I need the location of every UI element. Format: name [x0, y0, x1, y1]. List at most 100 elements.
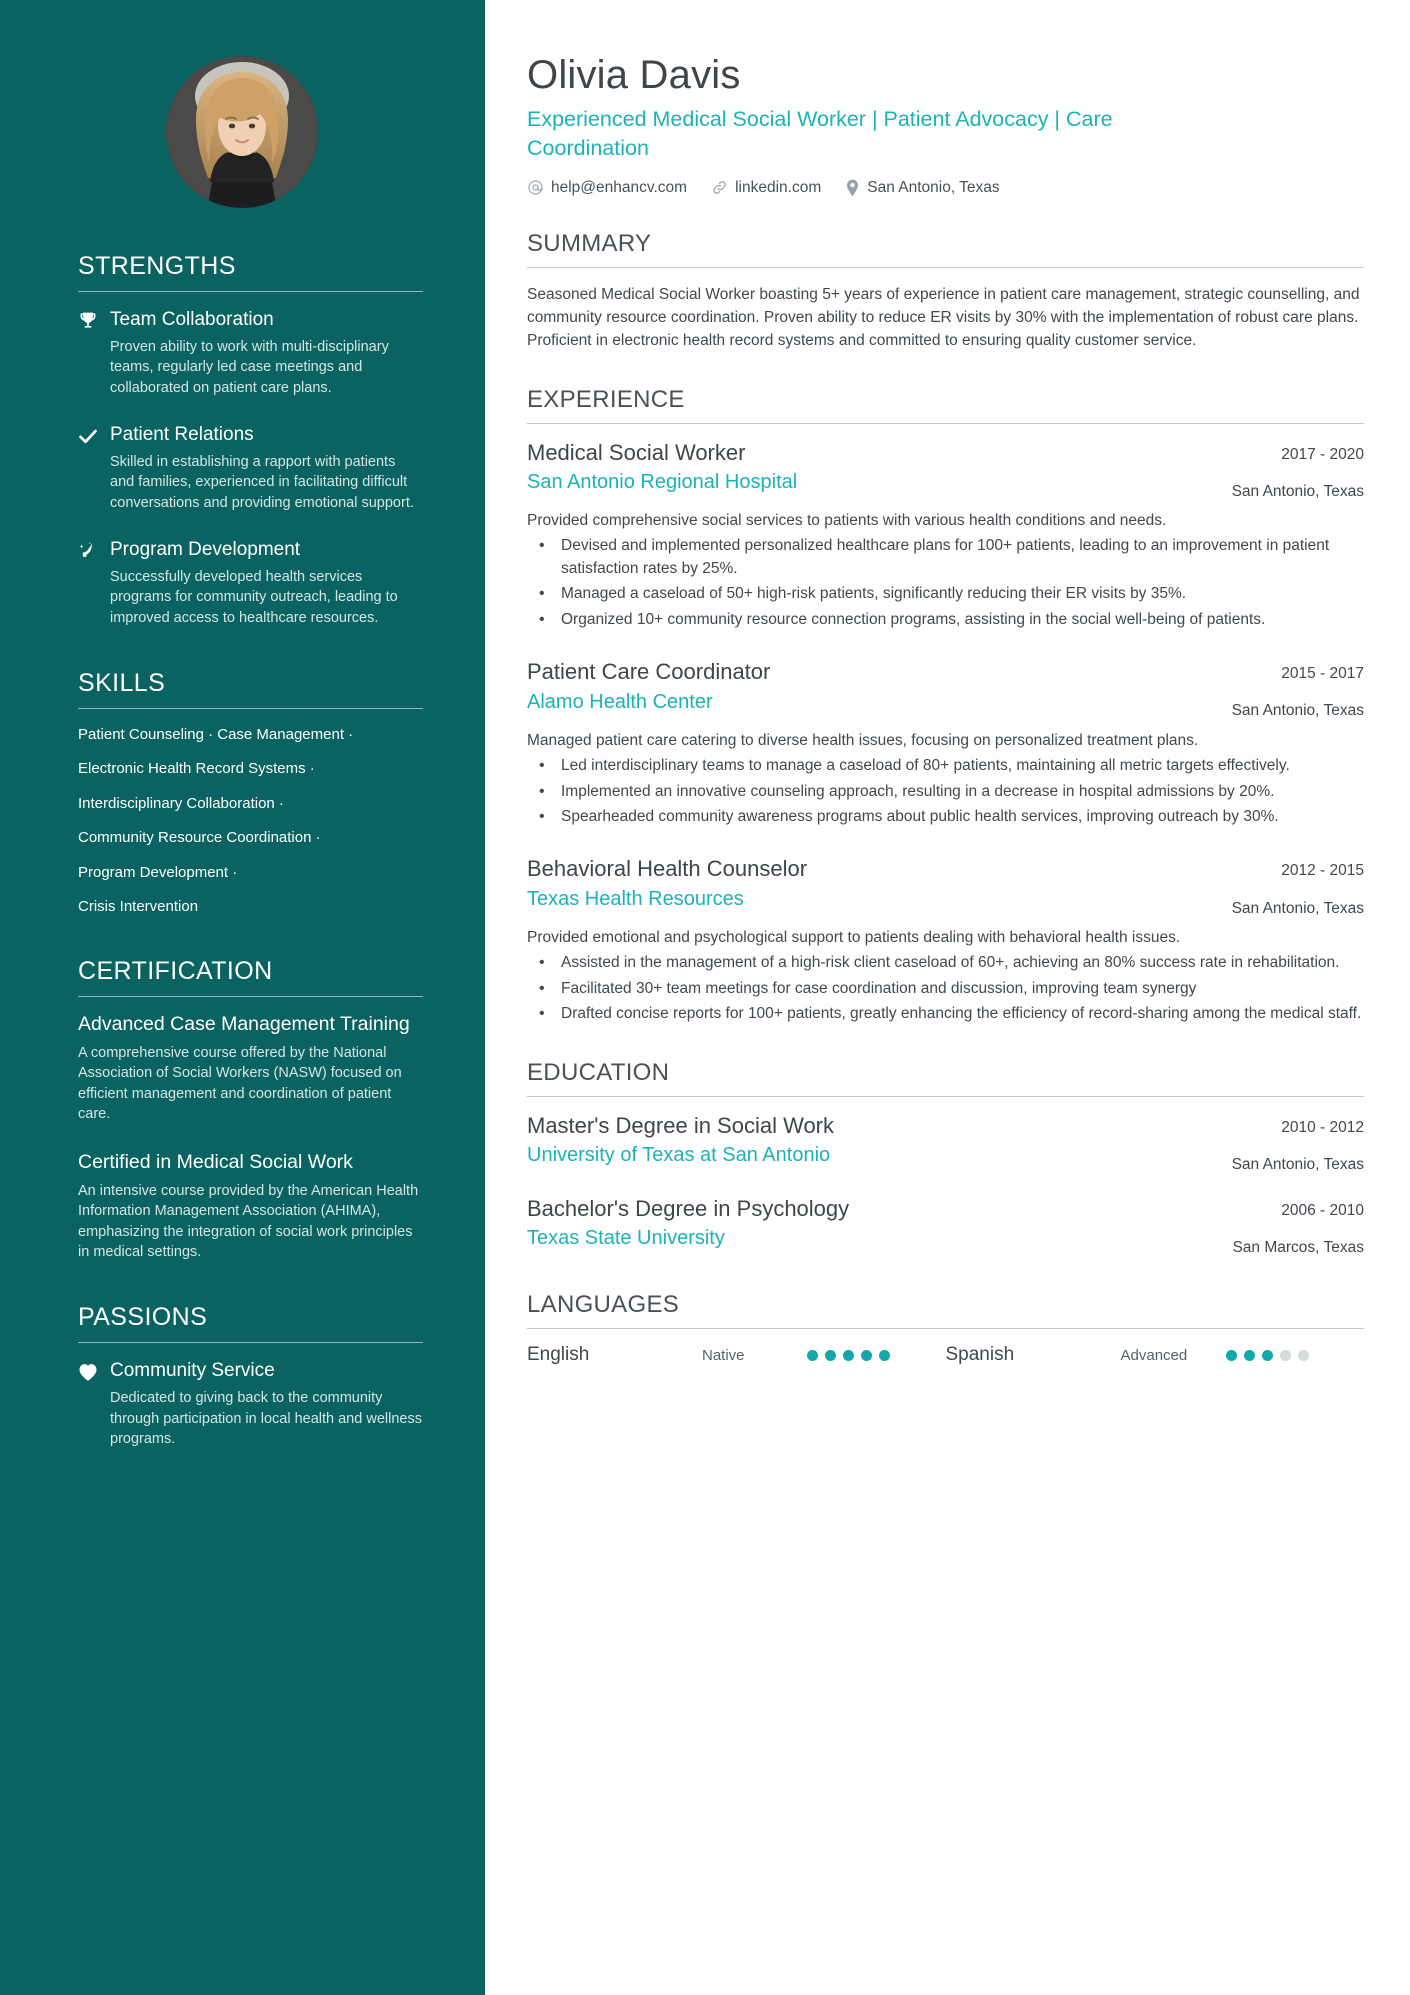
strength-description: Skilled in establishing a rapport with p… — [110, 453, 414, 512]
certification-divider — [78, 995, 423, 997]
experience-organization[interactable]: Alamo Health Center — [527, 689, 1212, 715]
experience-bullet: Drafted concise reports for 100+ patient… — [527, 1002, 1364, 1026]
summary-text: Seasoned Medical Social Worker boasting … — [527, 285, 1360, 350]
certification-item: Certified in Medical Social Work An inte… — [78, 1151, 423, 1263]
experience-bullet: Assisted in the management of a high-ris… — [527, 951, 1364, 975]
certification-description: An intensive course provided by the Amer… — [78, 1182, 419, 1261]
language-item: English Native — [527, 1344, 946, 1366]
check-icon — [78, 423, 110, 514]
experience-location: San Antonio, Texas — [1231, 482, 1364, 500]
experience-bullet: Devised and implemented personalized hea… — [527, 534, 1364, 580]
rating-dot — [807, 1349, 818, 1361]
skill-line: Patient Counseling · Case Management · — [78, 725, 354, 743]
experience-role: Behavioral Health Counselor — [527, 856, 808, 882]
experience-role: Medical Social Worker — [527, 439, 746, 465]
experience-bullet: Led interdisciplinary teams to manage a … — [527, 754, 1364, 778]
education-school[interactable]: University of Texas at San Antonio — [527, 1142, 1212, 1168]
summary-heading: SUMMARY — [527, 229, 652, 257]
experience-entry: Medical Social Worker San Antonio Region… — [527, 439, 1364, 632]
location-pin-icon — [845, 179, 860, 197]
experience-section: EXPERIENCE Medical Social Worker San Ant… — [527, 386, 1364, 1026]
strengths-heading: STRENGTHS — [78, 252, 236, 280]
skills-divider — [78, 707, 423, 709]
experience-organization[interactable]: San Antonio Regional Hospital — [527, 469, 1212, 495]
experience-bullet: Implemented an innovative counseling app… — [527, 780, 1364, 804]
language-item: Spanish Advanced — [946, 1344, 1365, 1366]
resume-page: STRENGTHS Team Collaboration Proven abil… — [0, 0, 1410, 1995]
strength-description: Proven ability to work with multi-discip… — [110, 338, 389, 397]
experience-bullet: Spearheaded community awareness programs… — [527, 805, 1364, 829]
education-entry: Master's Degree in Social Work Universit… — [527, 1112, 1364, 1175]
rating-dot — [1297, 1349, 1309, 1361]
rating-dot — [879, 1349, 890, 1361]
strength-title: Patient Relations — [110, 423, 254, 445]
languages-list: English Native Spanish Advanced — [527, 1344, 1364, 1366]
rocket-launch-icon — [78, 538, 110, 629]
rating-dot — [1261, 1349, 1273, 1361]
at-icon — [527, 179, 544, 196]
contact-email[interactable]: help@enhancv.com — [527, 179, 687, 197]
certification-description: A comprehensive course offered by the Na… — [78, 1044, 402, 1123]
rating-dot — [1243, 1349, 1255, 1361]
experience-bullets: Assisted in the management of a high-ris… — [527, 951, 1364, 1026]
skill-line: Crisis Intervention — [78, 898, 199, 916]
certification-section: CERTIFICATION Advanced Case Management T… — [78, 957, 423, 1263]
contact-email-text: help@enhancv.com — [551, 178, 688, 196]
experience-divider — [527, 422, 1364, 424]
education-location: San Antonio, Texas — [1231, 1155, 1364, 1173]
passion-description: Dedicated to giving back to the communit… — [110, 1389, 422, 1448]
summary-section: SUMMARY Seasoned Medical Social Worker b… — [527, 230, 1364, 353]
contact-row: help@enhancv.com linkedin.com San Antoni… — [527, 179, 1364, 197]
strength-title: Program Development — [110, 538, 301, 560]
education-entry: Bachelor's Degree in Psychology Texas St… — [527, 1195, 1364, 1258]
languages-section: LANGUAGES English Native Spanish Advance… — [527, 1291, 1364, 1366]
experience-date: 2012 - 2015 — [1281, 862, 1364, 880]
heart-icon — [78, 1359, 110, 1450]
strength-description: Successfully developed health services p… — [110, 568, 398, 627]
skills-heading: SKILLS — [78, 668, 166, 697]
passions-section: PASSIONS Community Service Dedicated to … — [78, 1303, 423, 1450]
experience-entry: Patient Care Coordinator Alamo Health Ce… — [527, 658, 1364, 828]
contact-location-text: San Antonio, Texas — [867, 178, 1000, 196]
language-level: Native — [702, 1346, 745, 1364]
experience-bullet: Managed a caseload of 50+ high-risk pati… — [527, 582, 1364, 606]
languages-heading: LANGUAGES — [527, 1291, 680, 1319]
summary-divider — [527, 266, 1364, 268]
link-icon — [711, 179, 728, 196]
strength-item: Team Collaboration Proven ability to wor… — [78, 308, 423, 399]
languages-divider — [527, 1328, 1364, 1330]
experience-entry: Behavioral Health Counselor Texas Health… — [527, 855, 1364, 1025]
page-title: Olivia Davis — [527, 53, 741, 97]
strengths-divider — [78, 291, 423, 292]
education-location: San Marcos, Texas — [1232, 1239, 1364, 1257]
rating-dot — [861, 1349, 872, 1361]
strength-item: Patient Relations Skilled in establishin… — [78, 423, 423, 514]
experience-organization[interactable]: Texas Health Resources — [527, 886, 1212, 912]
skill-line: Electronic Health Record Systems · — [78, 760, 315, 778]
contact-location: San Antonio, Texas — [845, 178, 1000, 197]
professional-headline: Experienced Medical Social Worker | Pati… — [527, 107, 1113, 160]
experience-location: San Antonio, Texas — [1231, 899, 1364, 917]
education-school[interactable]: Texas State University — [527, 1225, 1212, 1251]
main-content: Olivia Davis Experienced Medical Social … — [485, 0, 1410, 1995]
experience-description: Managed patient care catering to diverse… — [527, 731, 1199, 749]
language-level: Advanced — [1120, 1346, 1188, 1364]
experience-role: Patient Care Coordinator — [527, 659, 771, 685]
skill-line: Interdisciplinary Collaboration · — [78, 794, 284, 812]
education-degree: Master's Degree in Social Work — [527, 1112, 835, 1138]
education-heading: EDUCATION — [527, 1058, 670, 1086]
trophy-icon — [78, 308, 110, 399]
sidebar: STRENGTHS Team Collaboration Proven abil… — [0, 0, 485, 1995]
rating-dot — [1279, 1349, 1291, 1361]
avatar-container — [78, 0, 423, 208]
passions-heading: PASSIONS — [78, 1303, 208, 1332]
language-name: Spanish — [945, 1344, 1015, 1366]
education-section: EDUCATION Master's Degree in Social Work… — [527, 1059, 1364, 1259]
education-date: 2006 - 2010 — [1281, 1201, 1364, 1219]
experience-description: Provided emotional and psychological sup… — [527, 928, 1181, 946]
education-degree: Bachelor's Degree in Psychology — [527, 1195, 850, 1221]
skill-line: Program Development · — [78, 863, 238, 881]
certification-item: Advanced Case Management Training A comp… — [78, 1013, 423, 1125]
contact-linkedin[interactable]: linkedin.com — [711, 179, 821, 197]
rating-dot — [825, 1349, 836, 1361]
